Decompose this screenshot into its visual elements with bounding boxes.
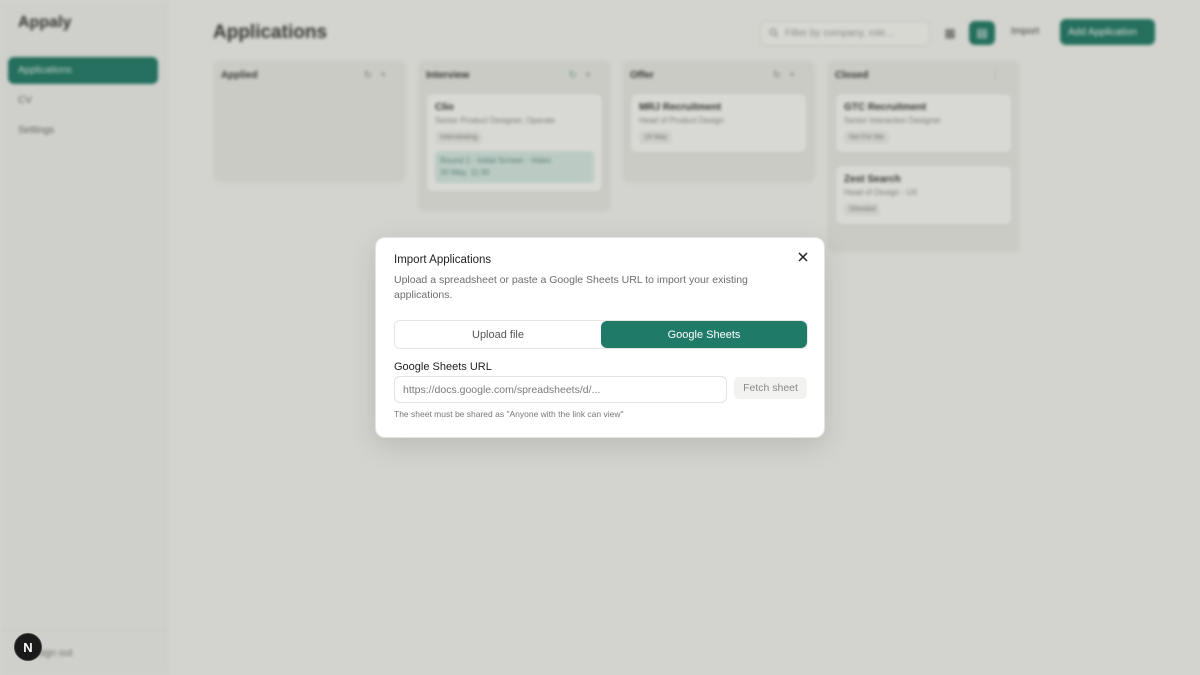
google-sheets-url-input[interactable] (394, 376, 727, 403)
close-button[interactable] (794, 248, 812, 266)
fetch-sheet-button[interactable]: Fetch sheet (734, 377, 807, 399)
tab-google-sheets[interactable]: Google Sheets (601, 321, 807, 348)
import-source-tabs: Upload file Google Sheets (394, 320, 808, 349)
nextjs-dev-badge[interactable]: N (14, 633, 42, 661)
tab-upload-file[interactable]: Upload file (395, 321, 601, 348)
close-icon (798, 252, 808, 262)
dialog-description: Upload a spreadsheet or paste a Google S… (394, 274, 748, 301)
import-dialog: Import Applications Upload a spreadsheet… (375, 237, 825, 438)
sharing-hint: The sheet must be shared as "Anyone with… (394, 409, 624, 419)
dialog-title: Import Applications (394, 254, 492, 266)
url-field-label: Google Sheets URL (394, 361, 492, 373)
